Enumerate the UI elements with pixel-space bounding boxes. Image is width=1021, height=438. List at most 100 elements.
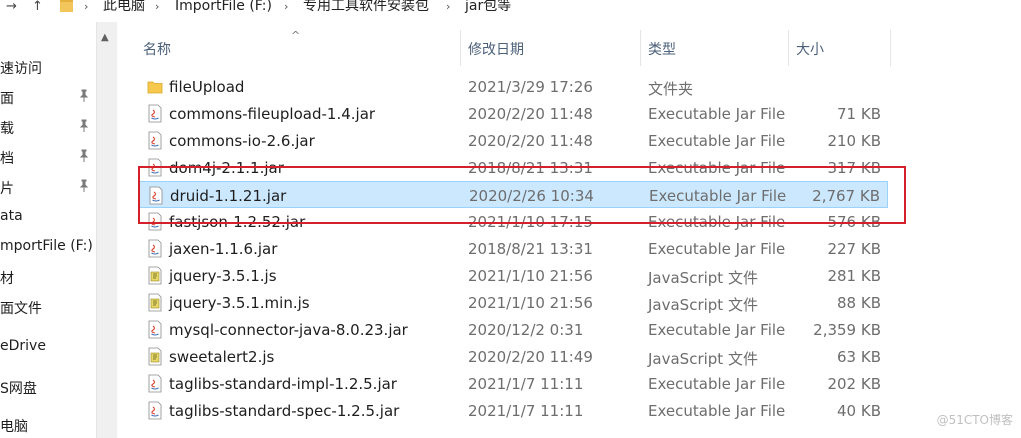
pin-icon: [78, 149, 90, 163]
breadcrumb-drive[interactable]: ImportFile (F:): [175, 0, 272, 13]
pin-icon: [78, 89, 90, 103]
file-date: 2020/2/20 11:48: [468, 105, 593, 123]
nav-item-desktop[interactable]: 面: [0, 88, 14, 110]
js-file-icon: [147, 266, 163, 285]
file-name: jaxen-1.1.6.jar: [169, 240, 278, 258]
file-row[interactable]: commons-io-2.6.jar 2020/2/20 11:48 Executa…: [139, 127, 888, 154]
nav-item-onedrive[interactable]: eDrive: [0, 338, 46, 360]
up-arrow-icon[interactable]: ↑: [32, 0, 43, 14]
file-type: JavaScript 文件: [648, 296, 758, 314]
chevron-right-icon: ›: [446, 0, 451, 13]
chevron-right-icon: ›: [155, 0, 160, 13]
file-type: Executable Jar File: [648, 402, 786, 420]
pin-icon: [78, 119, 90, 133]
file-row[interactable]: sweetalert2.js 2020/2/20 11:49 JavaScript …: [139, 343, 888, 370]
nav-item-this-pc[interactable]: 电脑: [0, 416, 28, 438]
file-name: mysql-connector-java-8.0.23.jar: [169, 321, 408, 339]
file-size: 202 KB: [827, 375, 881, 393]
jar-file-icon: [147, 374, 163, 393]
file-size: 2,359 KB: [813, 321, 881, 339]
breadcrumb-current[interactable]: jar包等: [465, 0, 511, 13]
file-date: 2020/12/2 0:31: [468, 321, 584, 339]
address-bar: → ↑ › 此电脑 › ImportFile (F:) › 专用工具软件安装包 …: [0, 0, 1021, 22]
nav-item-quick-access[interactable]: 速访问: [0, 58, 42, 80]
nav-item-wps-cloud[interactable]: S网盘: [0, 378, 37, 400]
jar-file-icon: [147, 401, 163, 420]
file-type: Executable Jar File: [648, 240, 786, 258]
file-row[interactable]: jaxen-1.1.6.jar 2018/8/21 13:31 Executable…: [139, 235, 888, 262]
column-divider[interactable]: [640, 30, 641, 66]
file-date: 2021/1/7 11:11: [468, 402, 584, 420]
column-divider[interactable]: [460, 30, 461, 66]
js-file-icon: [147, 293, 163, 312]
file-name: fileUpload: [169, 78, 245, 96]
file-row[interactable]: jquery-3.5.1.min.js 2021/1/10 21:56 JavaSc…: [139, 289, 888, 316]
nav-item-documents[interactable]: 档: [0, 148, 14, 170]
jar-file-icon: [147, 239, 163, 258]
nav-item-downloads[interactable]: 载: [0, 118, 14, 140]
breadcrumb-this-pc[interactable]: 此电脑: [103, 0, 145, 13]
file-row[interactable]: taglibs-standard-impl-1.2.5.jar 2021/1/7 …: [139, 370, 888, 397]
chevron-right-icon: ›: [84, 0, 89, 13]
column-divider[interactable]: [890, 30, 891, 66]
column-header-type[interactable]: 类型: [648, 39, 676, 58]
jar-file-icon: [147, 131, 163, 150]
file-type: Executable Jar File: [648, 321, 786, 339]
file-name: commons-io-2.6.jar: [169, 132, 315, 150]
nav-item-materials[interactable]: 材: [0, 268, 14, 290]
nav-item-pictures[interactable]: 片: [0, 178, 14, 200]
file-name: jquery-3.5.1.js: [169, 267, 277, 285]
file-date: 2021/3/29 17:26: [468, 78, 593, 96]
pin-icon: [78, 179, 90, 193]
file-size: 71 KB: [837, 105, 881, 123]
file-size: 88 KB: [837, 294, 881, 312]
nav-scrollbar[interactable]: ▲: [96, 22, 117, 438]
sort-ascending-icon: ^: [291, 29, 301, 42]
file-row[interactable]: mysql-connector-java-8.0.23.jar 2020/12/2…: [139, 316, 888, 343]
navigation-pane: 速访问 面 载 档 片 ata mportFile (F:) 材 面文件 eDr…: [0, 22, 96, 438]
file-row[interactable]: commons-fileupload-1.4.jar 2020/2/20 11:4…: [139, 100, 888, 127]
file-size: 210 KB: [827, 132, 881, 150]
file-date: 2021/1/10 21:56: [468, 294, 593, 312]
js-file-icon: [147, 347, 163, 366]
jar-file-icon: [147, 320, 163, 339]
file-name: taglibs-standard-impl-1.2.5.jar: [169, 375, 397, 393]
file-type: Executable Jar File: [648, 132, 786, 150]
file-type: 文件夹: [648, 80, 694, 98]
watermark: @51CTO博客: [936, 413, 1013, 427]
file-date: 2021/1/7 11:11: [468, 375, 584, 393]
column-header-name[interactable]: 名称: [143, 39, 171, 58]
file-size: 227 KB: [827, 240, 881, 258]
file-name: taglibs-standard-spec-1.2.5.jar: [169, 402, 400, 420]
file-type: JavaScript 文件: [648, 350, 758, 368]
file-row[interactable]: jquery-3.5.1.js 2021/1/10 21:56 JavaScript…: [139, 262, 888, 289]
file-name: commons-fileupload-1.4.jar: [169, 105, 376, 123]
file-date: 2020/2/20 11:49: [468, 348, 593, 366]
nav-item-importfile[interactable]: mportFile (F:): [0, 238, 93, 260]
column-divider[interactable]: [788, 30, 789, 66]
file-row[interactable]: taglibs-standard-spec-1.2.5.jar 2021/1/7 …: [139, 397, 888, 424]
forward-arrow-icon[interactable]: →: [6, 0, 17, 14]
file-type: Executable Jar File: [648, 375, 786, 393]
column-header-size[interactable]: 大小: [796, 39, 824, 58]
file-name: jquery-3.5.1.min.js: [169, 294, 310, 312]
file-size: 40 KB: [837, 402, 881, 420]
highlight-annotation-box: [138, 166, 906, 224]
column-header-date[interactable]: 修改日期: [468, 39, 524, 58]
file-type: Executable Jar File: [648, 105, 786, 123]
file-size: 281 KB: [827, 267, 881, 285]
file-row[interactable]: fileUpload 2021/3/29 17:26 文件夹: [139, 73, 888, 100]
file-type: JavaScript 文件: [648, 269, 758, 287]
nav-item-data[interactable]: ata: [0, 208, 23, 230]
scroll-up-icon[interactable]: ▲: [101, 32, 109, 43]
folder-icon: [60, 0, 73, 12]
breadcrumb-folder[interactable]: 专用工具软件安装包: [303, 0, 429, 13]
folder-icon: [147, 77, 163, 96]
nav-item-desktop-files[interactable]: 面文件: [0, 298, 42, 320]
file-date: 2018/8/21 13:31: [468, 240, 593, 258]
file-date: 2020/2/20 11:48: [468, 132, 593, 150]
chevron-right-icon: ›: [284, 0, 289, 13]
file-size: 63 KB: [837, 348, 881, 366]
file-name: sweetalert2.js: [169, 348, 275, 366]
jar-file-icon: [147, 104, 163, 123]
